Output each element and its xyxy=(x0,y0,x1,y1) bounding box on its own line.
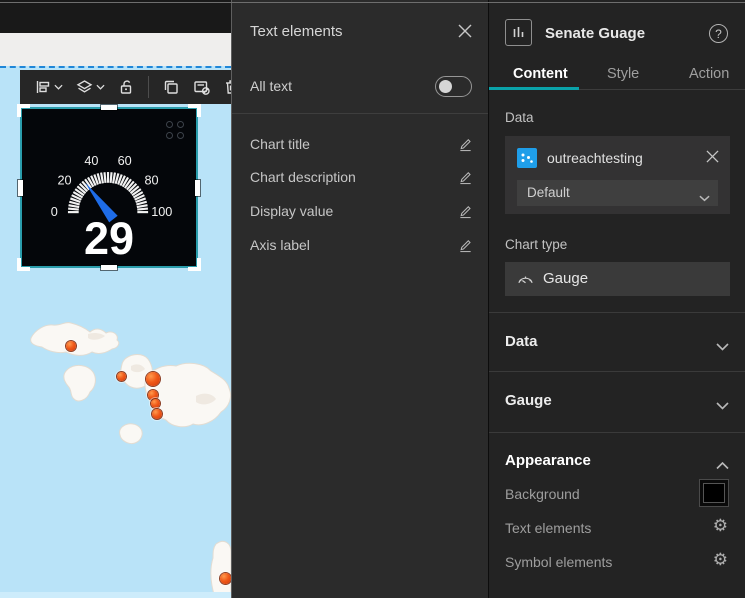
swatch-color xyxy=(703,483,725,503)
map-point-marker[interactable] xyxy=(146,372,160,386)
text-elements-label: Text elements xyxy=(505,520,592,536)
canvas-top-strip xyxy=(0,33,231,66)
svg-text:20: 20 xyxy=(57,173,71,187)
data-source-name: outreachtesting xyxy=(547,150,643,166)
close-icon[interactable] xyxy=(458,24,472,43)
text-element-row[interactable]: Axis label xyxy=(232,237,489,265)
resize-handle-top-left[interactable] xyxy=(17,104,30,117)
widget-title: Senate Guage xyxy=(545,25,646,42)
symbol-elements-label: Symbol elements xyxy=(505,554,613,570)
settings-tabs: Content Style Action xyxy=(489,58,745,90)
map-point-marker[interactable] xyxy=(219,572,231,584)
row-label: Display value xyxy=(250,203,334,219)
data-source-card: outreachtesting Default xyxy=(505,136,730,214)
accordion-label: Gauge xyxy=(505,392,552,409)
layers-icon xyxy=(76,80,93,93)
resize-handle-right[interactable] xyxy=(195,179,200,196)
edit-pencil-icon[interactable] xyxy=(458,169,473,190)
row-label: Chart description xyxy=(250,169,356,185)
save-template-icon xyxy=(194,81,210,95)
chevron-down-icon xyxy=(716,397,729,415)
map-point-marker[interactable] xyxy=(150,398,160,408)
save-as-template-button[interactable] xyxy=(188,74,215,100)
help-icon[interactable]: ? xyxy=(709,24,728,43)
map-point-marker[interactable] xyxy=(66,341,76,351)
widget-settings-panel: Senate Guage ? Content Style Action Data… xyxy=(488,0,745,598)
point-layer-icon xyxy=(517,148,537,168)
chevron-down-icon xyxy=(96,84,105,90)
widget-context-toolbar xyxy=(20,70,231,104)
align-button[interactable] xyxy=(30,74,67,100)
chevron-up-icon xyxy=(716,457,729,475)
resize-handle-bottom[interactable] xyxy=(101,265,117,270)
arrange-layers-button[interactable] xyxy=(71,74,109,100)
text-element-row[interactable]: Display value xyxy=(232,203,489,231)
app-window: 0 20 40 60 80 100 29 Text elements All text C… xyxy=(0,0,745,598)
trash-icon xyxy=(226,80,231,94)
accordion-data[interactable]: Data xyxy=(489,313,745,371)
chart-type-value: Gauge xyxy=(543,270,589,287)
data-section-label: Data xyxy=(505,110,534,125)
all-text-toggle[interactable] xyxy=(435,76,472,97)
resize-handle-bottom-right[interactable] xyxy=(188,258,201,271)
chart-widget-icon xyxy=(505,19,532,46)
row-label: Axis label xyxy=(250,237,310,253)
map-edge xyxy=(0,592,231,598)
resize-handle-left[interactable] xyxy=(18,179,23,196)
resize-handle-top-right[interactable] xyxy=(188,104,201,117)
duplicate-icon xyxy=(164,80,178,94)
chevron-down-icon xyxy=(54,84,63,90)
chart-type-button[interactable]: Gauge xyxy=(505,262,730,296)
all-text-label: All text xyxy=(250,78,293,94)
design-canvas[interactable]: 0 20 40 60 80 100 29 xyxy=(0,0,231,598)
data-view-select[interactable]: Default xyxy=(517,180,718,206)
map-selection-outline xyxy=(0,66,231,68)
text-elements-gear-icon[interactable]: ⚙ xyxy=(713,517,728,534)
chart-type-label: Chart type xyxy=(505,237,568,252)
duplicate-button[interactable] xyxy=(158,74,184,100)
unlock-icon xyxy=(120,80,132,94)
chevron-down-icon xyxy=(699,189,710,207)
svg-text:40: 40 xyxy=(84,154,98,168)
symbol-elements-gear-icon[interactable]: ⚙ xyxy=(713,551,728,568)
edit-pencil-icon[interactable] xyxy=(458,136,473,157)
map-point-marker[interactable] xyxy=(116,371,126,381)
svg-text:80: 80 xyxy=(144,173,158,187)
panel-title: Text elements xyxy=(250,23,343,40)
tab-style[interactable]: Style xyxy=(607,66,639,82)
toggle-knob xyxy=(439,79,452,93)
gauge-value: 29 xyxy=(83,213,135,264)
app-header-bar xyxy=(0,0,231,33)
panel-divider xyxy=(232,113,489,114)
text-elements-panel: Text elements All text Chart title Chart… xyxy=(231,0,489,598)
delete-button[interactable] xyxy=(219,74,231,100)
lock-button[interactable] xyxy=(113,74,139,100)
gauge-icon xyxy=(516,271,535,290)
active-tab-underline xyxy=(489,87,579,90)
background-color-swatch[interactable] xyxy=(699,479,729,507)
text-element-row[interactable]: Chart description xyxy=(232,169,489,197)
tab-content[interactable]: Content xyxy=(513,66,568,82)
accordion-label: Data xyxy=(505,333,538,350)
remove-data-icon[interactable] xyxy=(706,150,719,168)
resize-handle-bottom-left[interactable] xyxy=(17,258,30,271)
select-value: Default xyxy=(527,185,570,200)
edit-pencil-icon[interactable] xyxy=(458,203,473,224)
tab-action[interactable]: Action xyxy=(689,66,729,82)
gauge-chart-widget[interactable]: 0 20 40 60 80 100 29 xyxy=(17,104,201,271)
gauge-svg: 02040 6080100 xyxy=(51,154,172,223)
accordion-gauge[interactable]: Gauge xyxy=(489,372,745,430)
row-label: Chart title xyxy=(250,136,310,152)
edit-pencil-icon[interactable] xyxy=(458,237,473,258)
top-hairline xyxy=(0,2,745,3)
resize-handle-top[interactable] xyxy=(101,105,117,110)
accordion-label: Appearance xyxy=(505,452,591,469)
toolbar-divider xyxy=(148,76,149,98)
text-element-row[interactable]: Chart title xyxy=(232,136,489,164)
map-point-marker[interactable] xyxy=(152,409,162,419)
chevron-down-icon xyxy=(716,338,729,356)
align-left-icon xyxy=(36,81,50,93)
background-label: Background xyxy=(505,486,580,502)
svg-text:60: 60 xyxy=(118,154,132,168)
